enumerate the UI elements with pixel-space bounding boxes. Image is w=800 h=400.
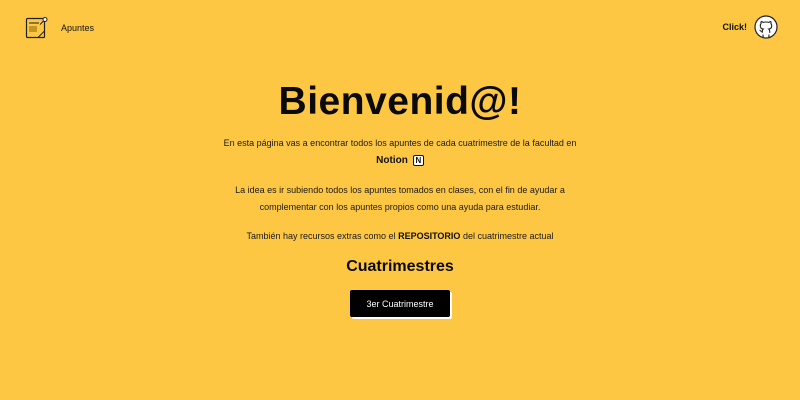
idea-text-line1: La idea es ir subiendo todos los apuntes… — [235, 185, 565, 195]
extras-text: También hay recursos extras como el REPO… — [0, 231, 800, 241]
idea-text-line2: complementar con los apuntes propios com… — [259, 202, 541, 212]
notepad-icon — [25, 17, 48, 39]
github-link[interactable]: Click! — [722, 15, 778, 39]
extras-suffix: del cuatrimestre actual — [462, 231, 554, 241]
page: Apuntes Click! Bienvenid@! En esta págin… — [0, 0, 800, 400]
click-label: Click! — [722, 22, 747, 32]
section-title-cuatrimestres: Cuatrimestres — [346, 258, 454, 275]
notion-icon: N — [412, 155, 424, 166]
third-term-button[interactable]: 3er Cuatrimestre — [350, 290, 450, 317]
header: Apuntes Click! — [0, 0, 800, 56]
page-title: Bienvenid@! — [278, 80, 522, 123]
brand-label: Apuntes — [61, 23, 95, 33]
repository-link[interactable]: REPOSITORIO — [398, 231, 460, 241]
github-icon[interactable] — [754, 15, 778, 39]
home-link[interactable]: Apuntes — [25, 16, 94, 40]
extras-prefix: También hay recursos extras como el — [246, 231, 396, 241]
notion-label: Notion — [376, 155, 408, 166]
notion-link[interactable]: Notion N — [0, 155, 800, 166]
intro-text: En esta página vas a encontrar todos los… — [223, 138, 577, 148]
